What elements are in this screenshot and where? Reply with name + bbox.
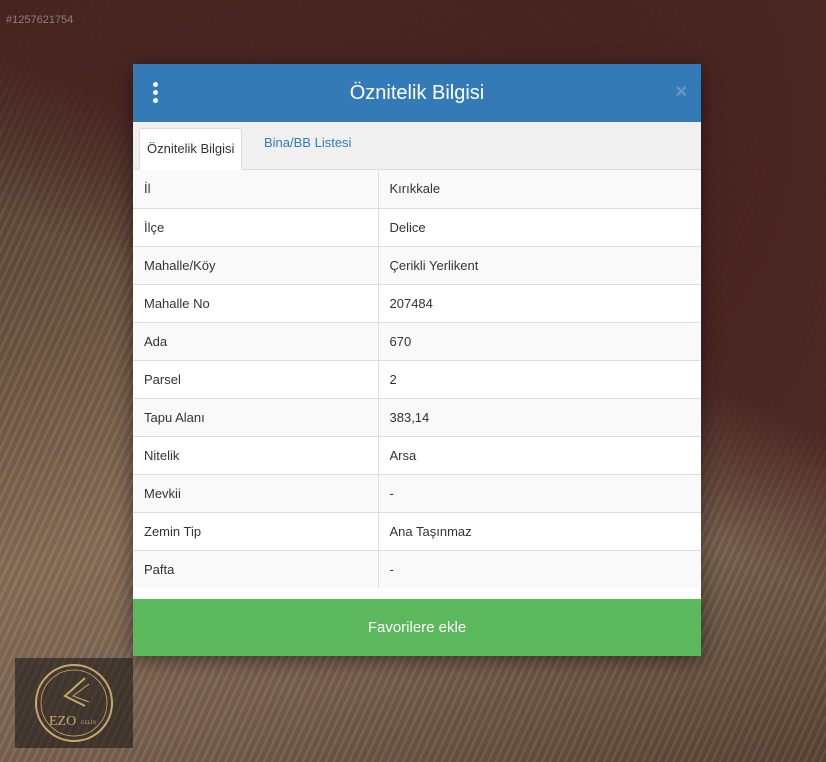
table-row: Ada 670 [133, 322, 701, 361]
table-row: İlçe Delice [133, 208, 701, 247]
attribute-key: Mahalle/Köy [133, 246, 379, 285]
attribute-value: 670 [378, 322, 701, 361]
table-row: Tapu Alanı 383,14 [133, 398, 701, 437]
attribute-table: İl Kırıkkale İlçe Delice Mahalle/Köy Çer… [133, 170, 701, 588]
logo-subtext: GELİN [81, 720, 96, 726]
tab-attribute-info[interactable]: Öznitelik Bilgisi [139, 128, 243, 170]
brand-logo: EZO GELİN [15, 658, 133, 748]
attribute-value: Delice [378, 208, 701, 247]
attribute-value: Kırıkkale [378, 170, 701, 209]
attribute-value: - [378, 474, 701, 513]
attribute-info-dialog: Öznitelik Bilgisi × Öznitelik Bilgisi Bi… [133, 64, 701, 656]
attribute-value: 383,14 [378, 398, 701, 437]
attribute-key: Pafta [133, 550, 379, 588]
table-row: Nitelik Arsa [133, 436, 701, 475]
attribute-value: 207484 [378, 284, 701, 323]
attribute-value: Çerikli Yerlikent [378, 246, 701, 285]
table-row: İl Kırıkkale [133, 170, 701, 209]
table-row: Pafta - [133, 550, 701, 588]
attribute-key: Ada [133, 322, 379, 361]
tab-building-list[interactable]: Bina/BB Listesi [264, 135, 351, 151]
attribute-key: Nitelik [133, 436, 379, 475]
table-row: Parsel 2 [133, 360, 701, 399]
attribute-key: Mevkii [133, 474, 379, 513]
watermark-id: #1257621754 [6, 14, 74, 26]
attribute-key: İl [133, 170, 379, 209]
attribute-value: - [389, 561, 394, 577]
logo-text: EZO [49, 714, 76, 729]
vertical-ellipsis-icon[interactable] [151, 82, 159, 104]
table-row: Mevkii - [133, 474, 701, 513]
attribute-value: 2 [378, 360, 701, 399]
attribute-key: Mahalle No [133, 284, 379, 323]
attribute-value: Ana Taşınmaz [378, 512, 701, 551]
add-to-favorites-button[interactable]: Favorilere ekle [133, 599, 701, 656]
table-row: Mahalle/Köy Çerikli Yerlikent [133, 246, 701, 285]
tab-bar: Öznitelik Bilgisi Bina/BB Listesi [133, 122, 701, 170]
close-icon[interactable]: × [675, 82, 687, 102]
dialog-header: Öznitelik Bilgisi × [133, 64, 701, 122]
dialog-title: Öznitelik Bilgisi [349, 81, 485, 104]
attribute-key: Parsel [133, 360, 379, 399]
table-row: Zemin Tip Ana Taşınmaz [133, 512, 701, 551]
table-row: Mahalle No 207484 [133, 284, 701, 323]
attribute-key: Zemin Tip [133, 512, 379, 551]
attribute-value: Arsa [378, 436, 701, 475]
attribute-key: Tapu Alanı [133, 398, 379, 437]
attribute-key: İlçe [133, 208, 379, 247]
map-background: #1257621754 EZO GELİN Öznitelik Bilgisi … [0, 0, 826, 762]
